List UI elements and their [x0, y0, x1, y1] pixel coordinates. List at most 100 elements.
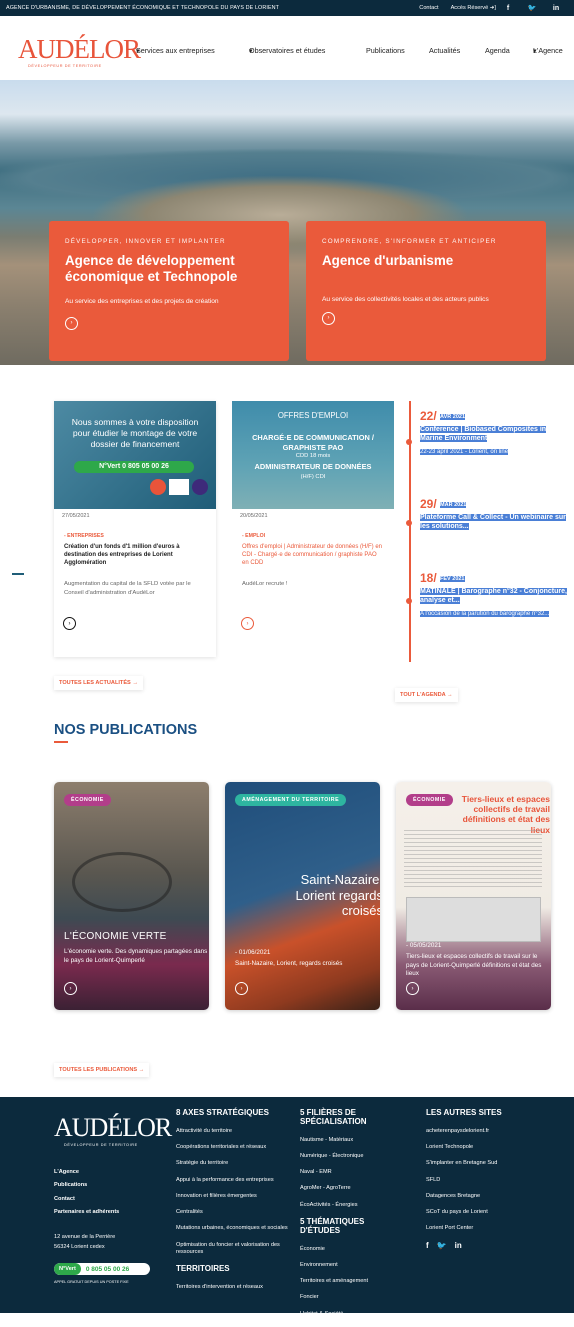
- timeline-dot: [406, 520, 412, 526]
- news-card[interactable]: OFFRES D'EMPLOI CHARGÉ·E DE COMMUNICATIO…: [232, 401, 394, 657]
- footer-link[interactable]: Datagences Bretagne: [426, 1193, 566, 1200]
- arrow-circle-icon[interactable]: ›: [322, 311, 335, 325]
- linkedin-icon[interactable]: in: [544, 5, 568, 12]
- footer-link[interactable]: Habitat & Société: [300, 1311, 400, 1318]
- site-logo[interactable]: AUDÉLOR DÉVELOPPEUR DE TERRITOIRE: [18, 34, 141, 69]
- news-image: OFFRES D'EMPLOI CHARGÉ·E DE COMMUNICATIO…: [232, 401, 394, 509]
- agenda-title[interactable]: Conference | Biobased Composites in Mari…: [420, 425, 570, 443]
- hero-card-desc: Au service des collectivités locales et …: [322, 296, 489, 304]
- arrow-circle-icon[interactable]: ›: [63, 617, 76, 630]
- hero-card-desc: Au service des entreprises et des projet…: [65, 298, 219, 306]
- news-image: Nous sommes à votre disposition pour étu…: [54, 401, 216, 509]
- arrow-circle-icon[interactable]: ›: [64, 982, 77, 995]
- news-category[interactable]: - ENTREPRISES: [64, 533, 216, 539]
- timeline-dot: [406, 439, 412, 445]
- news-title[interactable]: Création d'un fonds d'1 million d'euros …: [64, 543, 206, 567]
- footer-link[interactable]: Appui à la performance des entreprises: [176, 1177, 291, 1184]
- arrow-circle-icon[interactable]: ›: [65, 316, 78, 330]
- facebook-icon[interactable]: f: [496, 5, 520, 12]
- site-tagline: AGENCE D'URBANISME, DE DÉVELOPPEMENT ÉCO…: [6, 5, 280, 11]
- footer-link[interactable]: Naval - EMR: [300, 1169, 400, 1176]
- hero-card-economic[interactable]: DÉVELOPPER, INNOVER ET IMPLANTER Agence …: [49, 221, 289, 361]
- news-date: 20/05/2021: [240, 513, 268, 519]
- footer-link[interactable]: Territoires et aménagement: [300, 1278, 400, 1285]
- twitter-icon[interactable]: 🐦: [520, 4, 544, 12]
- footer-link[interactable]: Lorient Technopole: [426, 1144, 566, 1151]
- footer-col-title: 5 THÉMATIQUES D'ÉTUDES: [300, 1216, 365, 1235]
- agenda-item[interactable]: 18/ FEV 2021 MATINALE | Barographe n°32 …: [420, 571, 570, 619]
- agenda-date: 29/ MAR 2021: [420, 497, 467, 511]
- agenda-item[interactable]: 29/ MAR 2021 Plateforme Call & Collect -…: [420, 497, 570, 531]
- all-news-link[interactable]: TOUTES LES ACTUALITÉS →: [54, 676, 143, 690]
- slider-indicator[interactable]: [12, 573, 24, 575]
- agenda-item[interactable]: 22/ AVR 2021 Conference | Biobased Compo…: [420, 409, 570, 457]
- arrow-circle-icon[interactable]: ›: [235, 982, 248, 995]
- contact-link[interactable]: Contact: [419, 5, 438, 11]
- footer-link[interactable]: Innovation et filières émergentes: [176, 1193, 291, 1200]
- publication-card[interactable]: AMÉNAGEMENT DU TERRITOIRE Saint-Nazaire,…: [225, 782, 380, 1010]
- footer-link[interactable]: Coopérations territoriales et réseaux: [176, 1144, 291, 1151]
- footer-link-publications[interactable]: Publications: [54, 1182, 119, 1189]
- footer-link[interactable]: SCoT du pays de Lorient: [426, 1209, 566, 1216]
- publications-heading: NOS PUBLICATIONS: [54, 722, 198, 738]
- hero-card-kicker: COMPRENDRE, S'INFORMER ET ANTICIPER: [322, 238, 497, 245]
- news-image-badge: N°Vert 0 805 05 00 26: [74, 461, 194, 473]
- arrow-circle-icon[interactable]: ›: [241, 617, 254, 630]
- news-image-text: (H/F) CDI: [300, 474, 326, 480]
- hero-card-urbanisme[interactable]: COMPRENDRE, S'INFORMER ET ANTICIPER Agen…: [306, 221, 546, 361]
- footer-link-partenaires[interactable]: Partenaires et adhérents: [54, 1209, 119, 1216]
- address-line: 56324 Lorient cedex: [54, 1244, 105, 1251]
- chevron-down-icon: ▾: [136, 46, 140, 55]
- publication-title[interactable]: Saint-Nazaire, Lorient, regards croisés: [235, 960, 342, 969]
- publication-badge: AMÉNAGEMENT DU TERRITOIRE: [235, 794, 347, 806]
- footer-link[interactable]: Environnement: [300, 1262, 400, 1269]
- footer-link[interactable]: Optimisation du foncier et valorisation …: [176, 1242, 291, 1257]
- facebook-icon[interactable]: f: [426, 1241, 429, 1250]
- news-title[interactable]: Offres d'emploi | Administrateur de donn…: [242, 543, 384, 567]
- footer-link[interactable]: ÉcoActivités - Énergies: [300, 1202, 400, 1209]
- footer-link-agence[interactable]: L'Agence: [54, 1169, 119, 1176]
- footer-link[interactable]: Mutations urbaines, économiques et socia…: [176, 1225, 291, 1232]
- agenda-title[interactable]: MATINALE | Barographe n°32 - Conjoncture…: [420, 587, 570, 605]
- footer-link[interactable]: Nautisme - Matériaux: [300, 1137, 400, 1144]
- news-image-text: OFFRES D'EMPLOI: [277, 411, 349, 420]
- news-card[interactable]: Nous sommes à votre disposition pour étu…: [54, 401, 216, 657]
- footer-link-contact[interactable]: Contact: [54, 1196, 119, 1203]
- news-image-text: CHARGÉ·E DE COMMUNICATION / GRAPHISTE PA…: [252, 433, 374, 452]
- all-publications-link[interactable]: TOUTES LES PUBLICATIONS →: [54, 1063, 150, 1077]
- publication-title[interactable]: Tiers-lieux et espaces collectifs de tra…: [406, 953, 546, 979]
- agenda-date: 22/ AVR 2021: [420, 409, 465, 423]
- footer-link[interactable]: Centralités: [176, 1209, 291, 1216]
- news-category[interactable]: - EMPLOI: [242, 533, 394, 539]
- publication-title[interactable]: L'économie verte. Des dynamiques partagé…: [64, 948, 209, 965]
- footer-link[interactable]: Économie: [300, 1246, 400, 1253]
- agenda-subtitle: A l'occasion de la parution du barograph…: [420, 611, 550, 618]
- all-agenda-link[interactable]: TOUT L'AGENDA →: [395, 688, 458, 702]
- menu-item-actualites[interactable]: Actualités: [429, 46, 460, 55]
- footer-link[interactable]: Attractivité du territoire: [176, 1128, 291, 1135]
- footer-link[interactable]: Numérique - Électronique: [300, 1153, 400, 1160]
- linkedin-icon[interactable]: in: [455, 1241, 462, 1250]
- footer-col-axes: 8 AXES STRATÉGIQUES Attractivité du terr…: [176, 1108, 291, 1300]
- phone-badge[interactable]: N°Vert 0 805 05 00 26: [54, 1263, 150, 1275]
- footer-link[interactable]: acheterenpaysdelorient.fr: [426, 1128, 566, 1135]
- menu-item-publications[interactable]: Publications: [366, 46, 405, 55]
- publication-card[interactable]: ÉCONOMIE L'ÉCONOMIE VERTE L'économie ver…: [54, 782, 209, 1010]
- agenda-title[interactable]: Plateforme Call & Collect - Un webinaire…: [420, 513, 570, 531]
- twitter-icon[interactable]: 🐦: [437, 1241, 447, 1250]
- menu-item-agenda[interactable]: Agenda: [485, 46, 510, 55]
- logo-wordmark: AUDÉLOR: [18, 34, 141, 64]
- footer-logo[interactable]: AUDÉLOR DÉVELOPPEUR DE TERRITOIRE: [54, 1115, 172, 1148]
- footer-link[interactable]: Territoires d'intervention et réseaux: [176, 1284, 291, 1291]
- footer-link[interactable]: Stratégie du territoire: [176, 1160, 291, 1167]
- arrow-circle-icon[interactable]: ›: [406, 982, 419, 995]
- footer-link[interactable]: Lorient Port Center: [426, 1225, 566, 1232]
- acces-reserve-link[interactable]: Accès Réservé ➜]: [451, 5, 496, 11]
- main-navigation: AUDÉLOR DÉVELOPPEUR DE TERRITOIRE: [0, 16, 574, 72]
- footer-link[interactable]: Foncier: [300, 1294, 400, 1301]
- footer-links: L'Agence Publications Contact Partenaire…: [54, 1169, 119, 1222]
- footer-link[interactable]: AgroMer - AgroTerre: [300, 1185, 400, 1192]
- publication-card[interactable]: ÉCONOMIE Tiers-lieux et espaces collecti…: [396, 782, 551, 1010]
- footer-link[interactable]: S'implanter en Bretagne Sud: [426, 1160, 566, 1167]
- footer-link[interactable]: SFLD: [426, 1177, 566, 1184]
